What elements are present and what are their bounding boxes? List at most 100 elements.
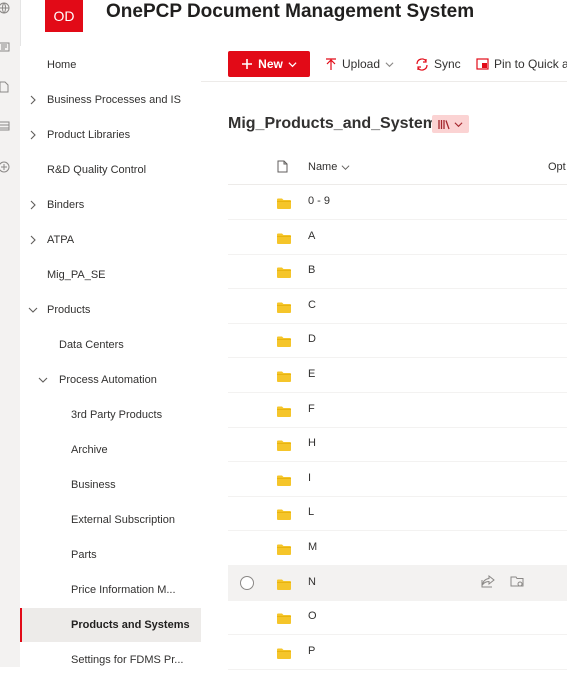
app-rail [0,0,21,667]
folder-icon [277,507,291,521]
upload-icon [325,57,337,71]
globe-icon[interactable] [0,1,11,15]
chevron-right-icon[interactable] [28,200,38,210]
file-type-icon[interactable] [277,160,288,178]
folder-icon [277,438,291,452]
news-icon[interactable] [0,40,11,54]
nav-item-label: Settings for FDMS Pr... [71,654,184,666]
upload-button[interactable]: Upload [325,51,394,77]
folder-icon [277,300,291,313]
nav-item[interactable]: Settings for FDMS Pr... [20,643,201,677]
chevron-right-icon[interactable] [28,95,38,105]
folder-name[interactable]: 0 - 9 [308,195,330,207]
nav-item[interactable]: Business [20,468,201,502]
table-row[interactable]: H [228,427,567,463]
library-icon [438,119,450,129]
row-select-checkbox[interactable] [240,575,254,590]
table-row[interactable]: E [228,358,567,393]
add-icon[interactable] [0,160,11,174]
chevron-down-icon[interactable] [38,375,48,385]
lists-icon[interactable] [0,119,11,133]
sync-button[interactable]: Sync [415,51,461,77]
plus-icon [242,59,253,69]
nav-item[interactable]: Price Information M... [20,573,201,607]
table-row[interactable]: N [228,565,567,601]
column-header-row: Name Opt [228,150,567,185]
new-button[interactable]: New [228,51,310,77]
column-other[interactable]: Opt [548,161,566,173]
folder-name[interactable]: C [308,299,316,311]
nav-item[interactable]: Parts [20,538,201,572]
folder-icon [277,404,291,417]
upload-label: Upload [342,57,381,71]
folder-name[interactable]: L [308,506,314,518]
nav-item-label: Products and Systems [71,619,190,631]
folder-name[interactable]: I [308,472,311,484]
nav-item[interactable]: Products [20,293,201,327]
chevron-down-icon[interactable] [28,305,38,315]
nav-item-label: Data Centers [59,339,124,351]
folder-icon [277,577,291,590]
folder-name[interactable]: A [308,230,315,242]
nav-item-label: 3rd Party Products [71,409,163,421]
nav-item[interactable]: 3rd Party Products [20,398,201,432]
folder-name[interactable]: B [308,264,315,276]
view-switcher-button[interactable] [432,115,469,133]
sync-label: Sync [434,57,461,71]
table-row[interactable]: 0 - 9 [228,185,567,220]
table-row[interactable]: I [228,462,567,497]
nav-item-label: Mig_PA_SE [47,269,106,281]
nav-item[interactable]: Business Processes and IS [20,83,201,117]
left-navigation: Home Business Processes and IS Product Lib… [20,46,201,667]
folder-name[interactable]: N [308,576,316,588]
nav-item-label: Price Information M... [71,584,176,596]
nav-item[interactable]: External Subscription [20,503,201,537]
table-row[interactable]: D [228,323,567,359]
nav-item-label: Business Processes and IS [47,94,181,106]
site-title[interactable]: OnePCP Document Management System [106,1,474,23]
nav-item[interactable]: Archive [20,433,201,467]
nav-item[interactable]: ATPA [20,223,201,257]
folder-name[interactable]: H [308,437,316,449]
folder-name[interactable]: M [308,541,317,553]
show-actions-icon[interactable] [510,575,524,593]
folder-name[interactable]: P [308,645,315,657]
column-name[interactable]: Name [308,161,350,173]
folder-name[interactable]: F [308,403,315,415]
nav-item[interactable]: Products and Systems [20,608,201,642]
chevron-right-icon[interactable] [28,130,38,140]
nav-item[interactable]: Product Libraries [20,118,201,152]
column-name-label: Name [308,161,338,173]
nav-item[interactable]: R&D Quality Control [20,153,201,187]
library-title: Mig_Products_and_Systems [228,115,446,132]
nav-item[interactable]: Process Automation [20,363,201,397]
table-row[interactable]: B [228,254,567,290]
table-row[interactable]: F [228,393,567,428]
table-row[interactable]: P [228,635,567,670]
nav-item[interactable]: Binders [20,188,201,222]
new-button-label: New [258,57,283,71]
table-row[interactable]: A [228,220,567,255]
table-row[interactable]: L [228,496,567,532]
table-row[interactable]: O [228,600,567,636]
nav-item-label: Binders [47,199,85,211]
pin-to-quick-access-button[interactable]: Pin to Quick ac [476,51,567,77]
folder-icon [277,265,291,279]
site-logo[interactable]: OD [45,0,83,32]
pin-label: Pin to Quick ac [494,57,567,71]
nav-item-label: Product Libraries [47,129,131,141]
nav-item-label: Products [47,304,91,316]
share-icon[interactable] [481,574,495,593]
folder-name[interactable]: O [308,610,317,622]
folder-name[interactable]: E [308,368,315,380]
nav-item[interactable]: Home [20,48,201,82]
nav-item[interactable]: Mig_PA_SE [20,258,201,292]
table-row[interactable]: M [228,531,567,566]
chevron-down-icon [454,121,463,127]
nav-item[interactable]: Data Centers [20,328,201,362]
table-row[interactable]: C [228,289,567,324]
folder-name[interactable]: D [308,333,316,345]
files-icon[interactable] [0,80,11,94]
chevron-down-icon [385,60,394,69]
chevron-right-icon[interactable] [28,235,38,245]
